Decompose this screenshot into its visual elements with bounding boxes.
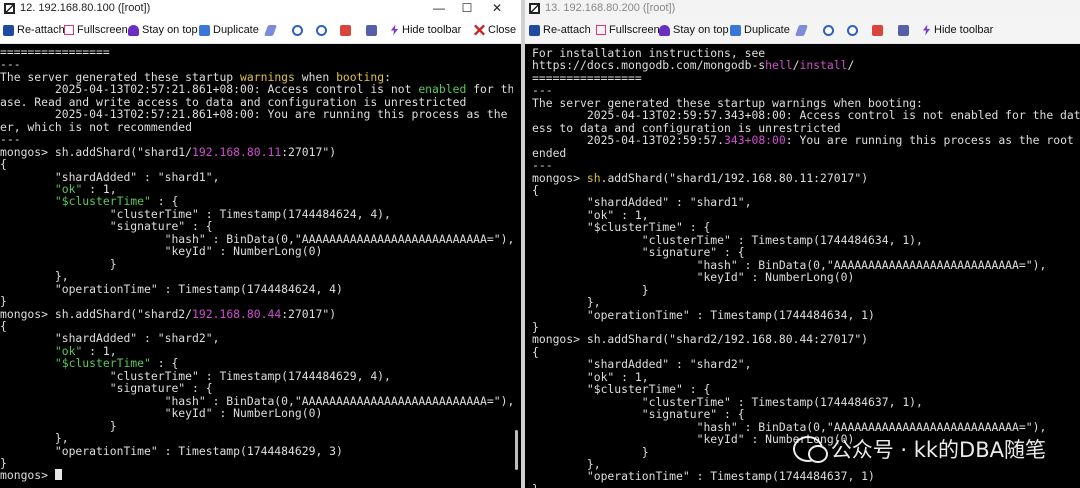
print-icon (898, 24, 909, 36)
window-title: 13. 192.168.80.200 ([root]) (545, 2, 676, 14)
stay-on-top-button[interactable]: Stay on top (128, 17, 198, 43)
scrollbar-thumb[interactable] (515, 430, 518, 470)
duplicate-button[interactable]: Duplicate (199, 17, 259, 43)
hide-toolbar-button[interactable]: Hide toolbar (390, 17, 461, 43)
reattach-icon (529, 24, 540, 36)
zoom-in-tool[interactable] (823, 17, 834, 43)
pencil-icon (263, 24, 278, 36)
save-tool[interactable] (340, 17, 351, 43)
print-tool[interactable] (898, 17, 909, 43)
duplicate-button[interactable]: Duplicate (730, 17, 790, 43)
reattach-button[interactable]: Re-attach (529, 17, 591, 43)
reattach-icon (3, 24, 14, 36)
save-icon (340, 24, 351, 36)
toolbar: Re-attach Fullscreen Stay on top Duplica… (0, 17, 521, 44)
terminal-cursor (54, 469, 62, 481)
zoom-out-tool[interactable] (847, 17, 858, 43)
fullscreen-button[interactable]: Fullscreen (596, 17, 660, 43)
pin-icon (128, 24, 139, 36)
maximize-button[interactable]: ☐ (452, 0, 482, 17)
pencil-icon (794, 24, 809, 36)
fullscreen-icon (596, 25, 606, 35)
zoom-out-icon (316, 24, 327, 36)
window-title: 12. 192.168.80.100 ([root]) (20, 2, 151, 14)
close-button[interactable]: Close (474, 17, 516, 43)
print-tool[interactable] (366, 17, 377, 43)
app-icon (4, 3, 15, 14)
terminal-text: ================ --- The server generate… (0, 45, 521, 483)
reattach-button[interactable]: Re-attach (3, 17, 65, 43)
wechat-icon (792, 436, 828, 463)
app-icon (529, 3, 540, 14)
title-bar[interactable]: 12. 192.168.80.100 ([root]) — ☐ ✕ (0, 0, 521, 17)
terminal-output[interactable]: ================ --- The server generate… (0, 44, 521, 488)
zoom-in-icon (292, 24, 303, 36)
scrollbar[interactable] (513, 44, 521, 488)
lightning-icon (390, 24, 399, 36)
zoom-out-tool[interactable] (316, 17, 327, 43)
zoom-in-icon (823, 24, 834, 36)
close-window-button[interactable]: ✕ (482, 0, 512, 17)
close-icon (474, 24, 485, 36)
toolbar: Re-attach Fullscreen Stay on top Duplica… (525, 17, 1080, 44)
lightning-icon (922, 24, 931, 36)
zoom-out-icon (847, 24, 858, 36)
watermark: 公众号 · kk的DBA随笔 (792, 434, 1046, 464)
terminal-window-left[interactable]: 12. 192.168.80.100 ([root]) — ☐ ✕ Re-att… (0, 0, 521, 488)
hide-toolbar-button[interactable]: Hide toolbar (922, 17, 993, 43)
print-icon (366, 24, 377, 36)
minimize-button[interactable]: — (424, 0, 454, 17)
save-icon (872, 24, 883, 36)
save-tool[interactable] (872, 17, 883, 43)
zoom-in-tool[interactable] (292, 17, 303, 43)
terminal-text: For installation instructions, see https… (532, 46, 1080, 488)
pin-icon (659, 24, 670, 36)
terminal-window-right[interactable]: 13. 192.168.80.200 ([root]) Re-attach Fu… (525, 0, 1080, 488)
terminal-output[interactable]: For installation instructions, see https… (525, 44, 1080, 488)
fullscreen-icon (64, 25, 74, 35)
edit-tool[interactable] (263, 17, 278, 43)
fullscreen-button[interactable]: Fullscreen (64, 17, 128, 43)
stay-on-top-button[interactable]: Stay on top (659, 17, 729, 43)
edit-tool[interactable] (794, 17, 809, 43)
duplicate-icon (730, 24, 741, 36)
duplicate-icon (199, 24, 210, 36)
title-bar[interactable]: 13. 192.168.80.200 ([root]) (525, 0, 1080, 17)
